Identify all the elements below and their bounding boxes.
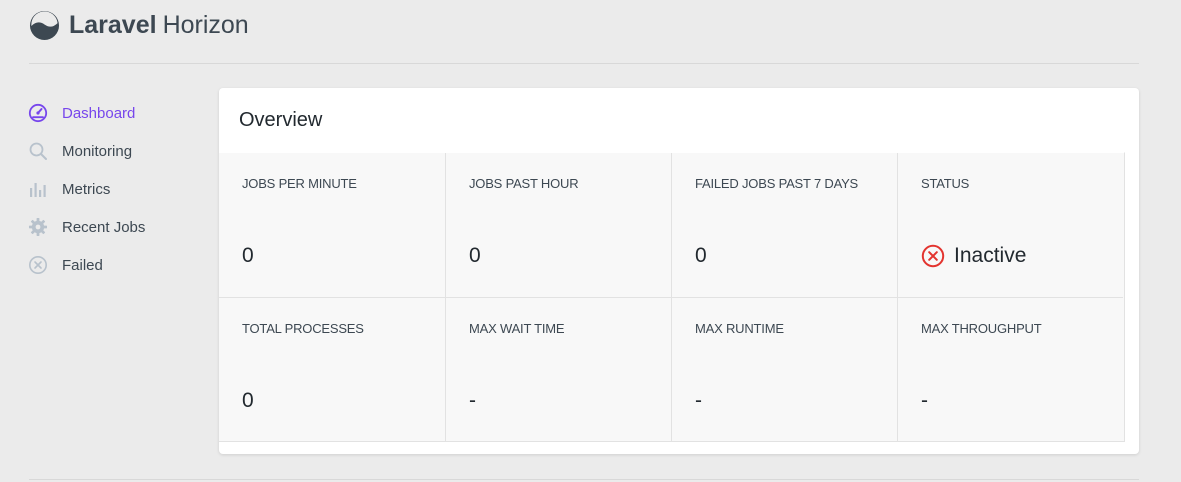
gear-icon <box>29 218 47 236</box>
stat-label: JOBS PAST HOUR <box>469 176 579 191</box>
stat-value-text: 0 <box>242 389 254 412</box>
stat-value: - <box>695 388 702 414</box>
sidebar-item-label: Failed <box>62 256 103 274</box>
stat-label: TOTAL PROCESSES <box>242 321 364 336</box>
stat-value: 0 <box>695 243 707 269</box>
sidebar-item-label: Dashboard <box>62 104 136 122</box>
stat-max-throughput: MAX THROUGHPUT - <box>897 297 1123 441</box>
sidebar-item-label: Metrics <box>62 180 111 198</box>
brand-name: Laravel <box>69 11 157 39</box>
stat-value: - <box>921 388 928 414</box>
stat-value-text: - <box>695 389 702 412</box>
sidebar-item-monitoring[interactable]: Monitoring <box>28 132 198 170</box>
stat-label: MAX RUNTIME <box>695 321 784 336</box>
stat-status: STATUS Inactive <box>897 153 1123 297</box>
brand-product: Horizon <box>162 11 249 39</box>
sidebar-item-label: Monitoring <box>62 142 133 160</box>
stat-max-runtime: MAX RUNTIME - <box>671 297 897 441</box>
overview-card: Overview JOBS PER MINUTE 0 JOBS PAST HOU… <box>219 88 1139 454</box>
stat-value-text: 0 <box>242 244 254 267</box>
stat-value-text: 0 <box>469 244 481 267</box>
stat-value-text: - <box>921 389 928 412</box>
stat-value: 0 <box>242 243 254 269</box>
stat-label: STATUS <box>921 176 970 191</box>
header-divider <box>29 63 1139 64</box>
stats-grid: JOBS PER MINUTE 0 JOBS PAST HOUR 0 FAILE… <box>219 152 1125 442</box>
status-indicator: Inactive <box>921 243 1026 269</box>
app-title[interactable]: Laravel Horizon <box>69 10 249 40</box>
sidebar-item-failed[interactable]: Failed <box>28 246 198 284</box>
stat-label: MAX WAIT TIME <box>469 321 565 336</box>
search-icon <box>29 142 47 160</box>
bar-chart-icon <box>30 183 46 197</box>
stat-label: MAX THROUGHPUT <box>921 321 1042 336</box>
sidebar-item-label: Recent Jobs <box>62 218 146 236</box>
stat-label: JOBS PER MINUTE <box>242 176 357 191</box>
stat-label: FAILED JOBS PAST 7 DAYS <box>695 176 859 191</box>
stat-jobs-past-hour: JOBS PAST HOUR 0 <box>445 153 671 297</box>
horizon-logo-icon[interactable] <box>29 10 60 41</box>
stat-failed-jobs: FAILED JOBS PAST 7 DAYS 0 <box>671 153 897 297</box>
close-circle-icon <box>921 244 945 268</box>
footer-divider <box>29 479 1139 480</box>
stat-value-text: - <box>469 389 476 412</box>
sidebar-nav: Dashboard Monitoring Metrics Recent Jobs… <box>28 94 198 284</box>
stat-max-wait-time: MAX WAIT TIME - <box>445 297 671 441</box>
stat-total-processes: TOTAL PROCESSES 0 <box>219 297 445 441</box>
app-header: Laravel Horizon <box>29 8 249 42</box>
close-circle-icon <box>29 256 47 274</box>
card-title: Overview <box>239 109 323 131</box>
dashboard-gauge-icon <box>28 103 48 123</box>
status-text: Inactive <box>954 244 1027 267</box>
sidebar-item-dashboard[interactable]: Dashboard <box>28 94 198 132</box>
stat-value: 0 <box>469 243 481 269</box>
sidebar-item-metrics[interactable]: Metrics <box>28 170 198 208</box>
sidebar-item-recent-jobs[interactable]: Recent Jobs <box>28 208 198 246</box>
stat-jobs-per-minute: JOBS PER MINUTE 0 <box>219 153 445 297</box>
stat-value: 0 <box>242 388 254 414</box>
stat-value-text: 0 <box>695 244 707 267</box>
stat-value: - <box>469 388 476 414</box>
